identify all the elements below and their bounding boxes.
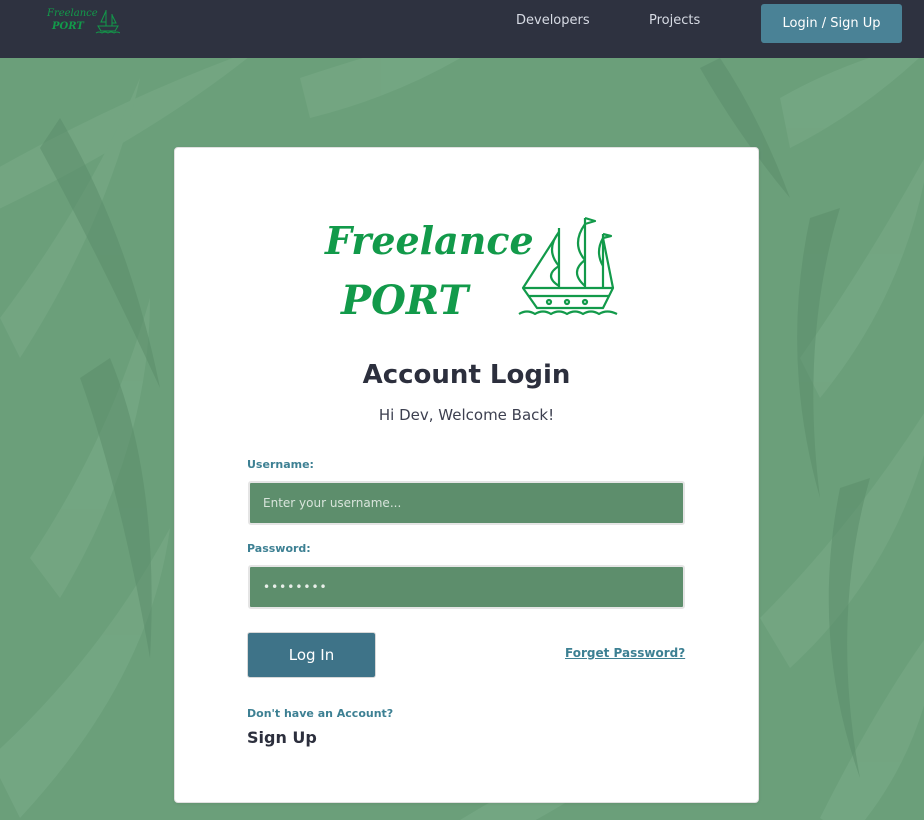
navbar-logo[interactable]: Freelance PORT [46, 4, 121, 34]
login-signup-button[interactable]: Login / Sign Up [761, 4, 902, 43]
svg-text:Freelance: Freelance [324, 218, 534, 263]
nav-link-projects[interactable]: Projects [649, 13, 700, 28]
page-title: Account Login [362, 360, 571, 390]
svg-text:PORT: PORT [51, 21, 85, 32]
svg-text:Freelance: Freelance [46, 8, 98, 19]
svg-text:PORT: PORT [340, 277, 471, 322]
username-label: Username: [247, 458, 314, 471]
freelance-port-ship-logo-icon: Freelance PORT [324, 216, 618, 324]
log-in-button[interactable]: Log In [247, 632, 376, 678]
welcome-subtitle: Hi Dev, Welcome Back! [378, 406, 555, 424]
card-logo: Freelance PORT [323, 210, 619, 324]
no-account-text: Don't have an Account? [247, 707, 394, 720]
navbar: Freelance PORT Developers Projects Login… [0, 0, 924, 58]
password-label: Password: [247, 542, 311, 555]
nav-link-developers[interactable]: Developers [516, 13, 590, 28]
forgot-password-link[interactable]: Forget Password? [565, 646, 685, 660]
login-card: Freelance PORT Account Login Hi Dev, Wel… [174, 147, 759, 803]
sign-up-link[interactable]: Sign Up [247, 728, 317, 747]
username-input[interactable] [248, 481, 685, 525]
freelance-port-logo-icon: Freelance PORT [46, 8, 121, 34]
password-input[interactable] [248, 565, 685, 609]
